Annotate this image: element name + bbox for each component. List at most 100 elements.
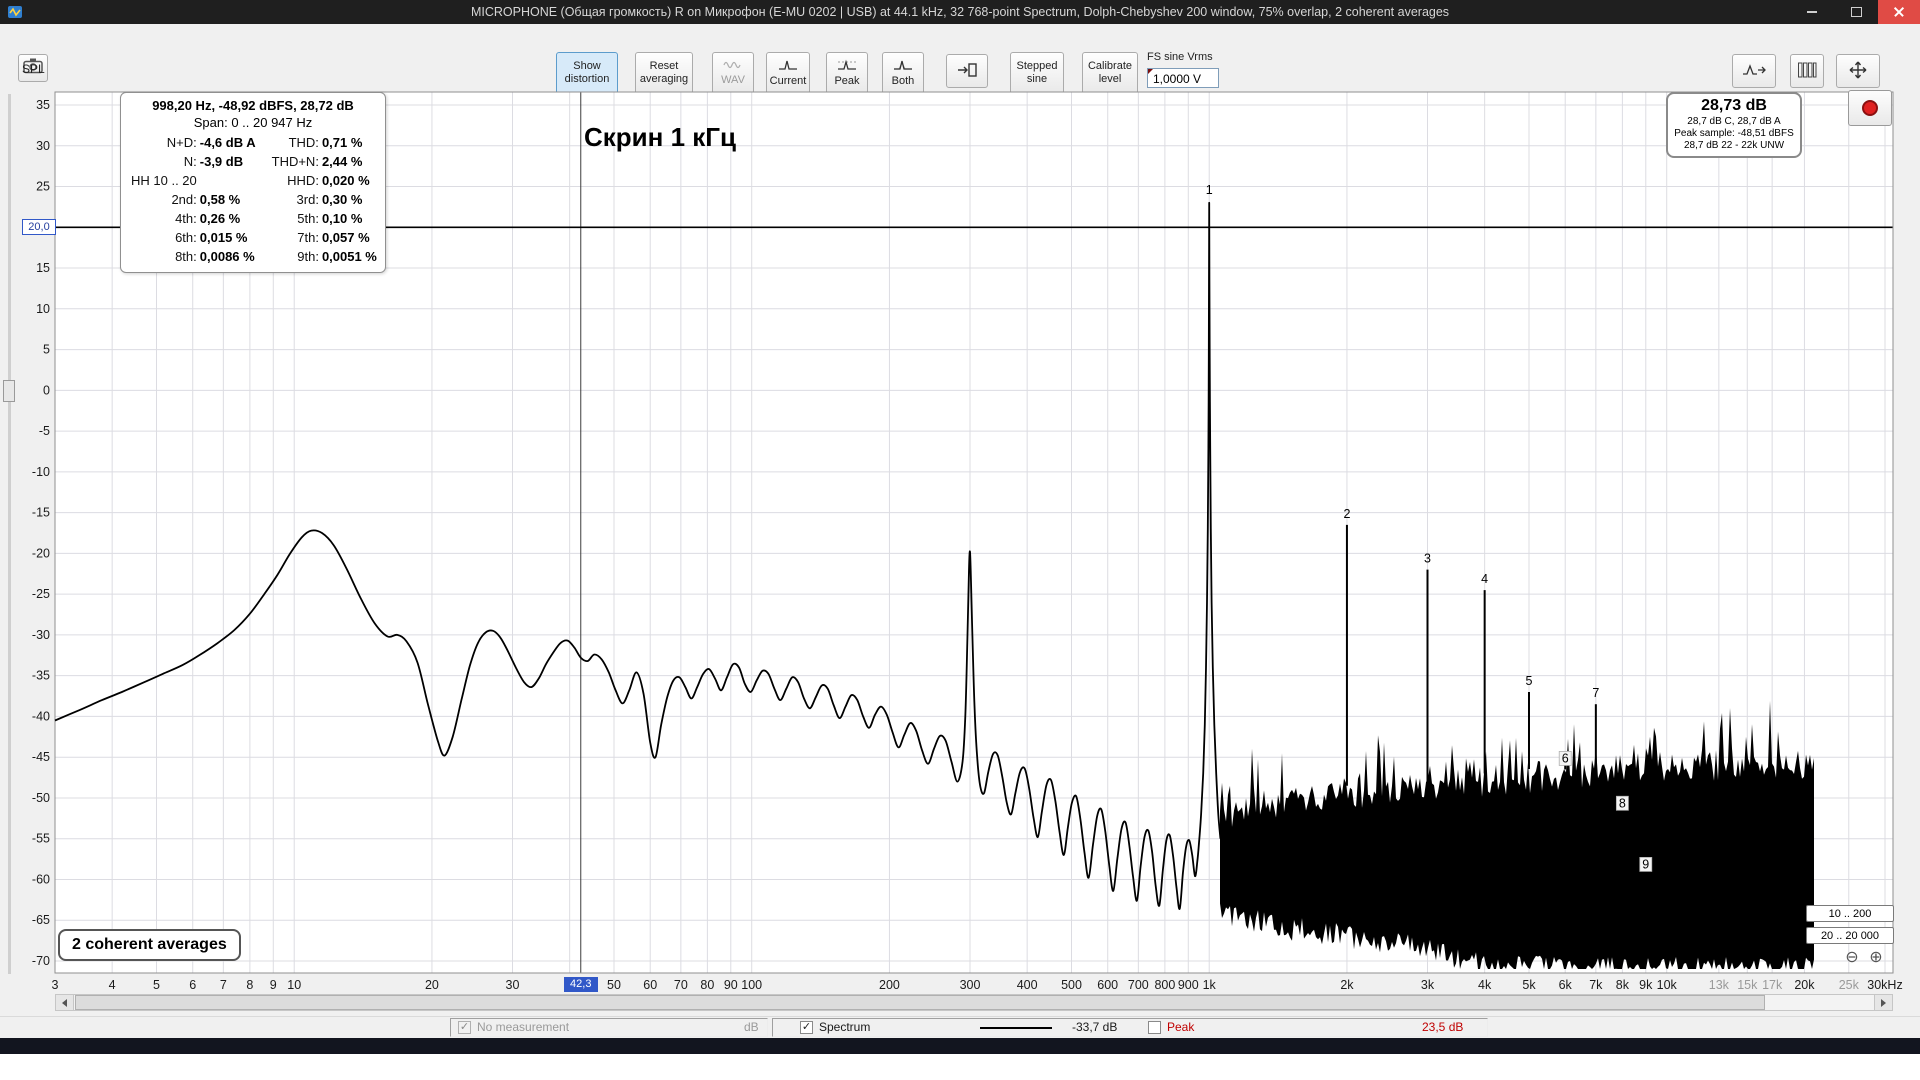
x-tick-label: 300: [960, 978, 981, 992]
peak-label: Peak: [1167, 1020, 1195, 1034]
info-label: 7th:: [297, 230, 319, 245]
x-tick-label: 25k: [1839, 978, 1860, 992]
measurement-info-box: 998,20 Hz, -48,92 dBFS, 28,72 dB Span: 0…: [120, 92, 386, 273]
record-button[interactable]: [1848, 90, 1892, 126]
x-tick-label: 10: [287, 978, 301, 992]
axis-mode-select[interactable]: SPL: [55, 134, 117, 153]
x-tick-label: 700: [1128, 978, 1149, 992]
info-value: 0,0086 %: [199, 249, 255, 264]
peak-checkbox[interactable]: [1148, 1021, 1161, 1034]
info-value: 0,0051 %: [321, 249, 377, 264]
y-tick-label: -55: [32, 832, 50, 846]
peak-button[interactable]: Peak: [826, 52, 868, 94]
marker-level-box[interactable]: 20,0: [22, 219, 56, 236]
level-detail-1: 28,7 dB C, 28,7 dB A: [1687, 116, 1781, 127]
maximize-button[interactable]: [1834, 0, 1878, 24]
no-measurement-label: No measurement: [477, 1020, 570, 1034]
right-arrow-icon: [1881, 998, 1886, 1007]
zoom-out-x-button[interactable]: ⊖: [1842, 948, 1862, 968]
dropdown-arrow: [99, 135, 116, 152]
wav-button[interactable]: WAV: [712, 52, 754, 94]
y-tick-label: -70: [32, 954, 50, 968]
info-row: N+D: -4,6 dB A THD: 0,71 %: [125, 133, 387, 152]
y-tick-label: 35: [36, 98, 50, 112]
scroll-right-button[interactable]: [1874, 995, 1892, 1010]
cursor-readout: 998,20 Hz, -48,92 dBFS, 28,72 dB: [152, 98, 354, 113]
status-bar: ✓ No measurement dB ✓ Spectrum -33,7 dB …: [0, 1016, 1920, 1039]
peak-curve-icon: [837, 59, 857, 75]
x-tick-label: 6: [189, 978, 196, 992]
x-tick-label: 200: [879, 978, 900, 992]
y-tick-label: 0: [43, 383, 50, 397]
harmonic-label: 5: [1526, 674, 1533, 688]
x-tick-label: 50: [607, 978, 621, 992]
info-value: 0,71 %: [321, 135, 363, 150]
spectrum-checkbox[interactable]: ✓: [800, 1021, 813, 1034]
x-tick-label: 2k: [1340, 978, 1354, 992]
y-tick-label: -65: [32, 913, 50, 927]
both-curves-icon: [893, 59, 913, 75]
x-tick-label: 100: [741, 978, 762, 992]
pan-zoom-button[interactable]: [1836, 54, 1880, 88]
info-value: 0,057 %: [321, 230, 370, 245]
wav-label: WAV: [721, 73, 745, 86]
y-tick-label: -5: [39, 424, 50, 438]
y-offset-slider-track[interactable]: [8, 94, 11, 974]
info-row: 2nd: 0,58 % 3rd: 0,30 %: [125, 190, 387, 209]
harmonic-label: 9: [1642, 857, 1649, 871]
info-row: HH 10 .. 20 HHD: 0,020 %: [125, 171, 387, 190]
x-tick-label: 10k: [1657, 978, 1678, 992]
x-tick-label: 5: [153, 978, 160, 992]
bottom-margin: [0, 1054, 1920, 1080]
y-tick-label: 10: [36, 302, 50, 316]
stepped-sine-button[interactable]: Stepped sine: [1010, 52, 1064, 94]
y-tick-label: -35: [32, 669, 50, 683]
info-value: 0,30 %: [321, 192, 363, 207]
calibrate-level-button[interactable]: Calibrate level: [1082, 52, 1138, 94]
span-readout: Span: 0 .. 20 947 Hz: [193, 115, 313, 130]
y-tick-label: 15: [36, 261, 50, 275]
bottom-bar: [0, 1038, 1920, 1054]
grid-columns-button[interactable]: [1790, 54, 1824, 88]
fs-sine-input[interactable]: 1,0000 V: [1147, 68, 1219, 88]
both-button[interactable]: Both: [882, 52, 924, 94]
zoom-in-x-button[interactable]: ⊕: [1866, 948, 1886, 968]
cursor-readout-button[interactable]: [1732, 54, 1776, 88]
info-value: -4,6 dB A: [199, 135, 256, 150]
current-button[interactable]: Current: [766, 52, 810, 94]
harmonic-label: 2: [1343, 507, 1350, 521]
info-label: 2nd:: [171, 192, 197, 207]
input-marker: [1148, 69, 1153, 74]
x-tick-label: 4: [109, 978, 116, 992]
minimize-button[interactable]: [1790, 0, 1834, 24]
harmonic-label: 3: [1424, 552, 1431, 566]
horizontal-scrollbar[interactable]: [55, 994, 1893, 1011]
spectrum-label: Spectrum: [819, 1020, 871, 1034]
range-10-200-button[interactable]: 10 .. 200: [1806, 905, 1894, 922]
zoom-out-y-button[interactable]: ⊖: [60, 110, 79, 129]
info-row: 6th: 0,015 % 7th: 0,057 %: [125, 228, 387, 247]
range-20-20000-button[interactable]: 20 .. 20 000: [1806, 927, 1894, 944]
harmonic-label-box: [1558, 751, 1572, 766]
cursor-frequency-tag[interactable]: 42,3: [563, 977, 598, 992]
info-label: 8th:: [175, 249, 197, 264]
x-tick-label: 400: [1017, 978, 1038, 992]
y-offset-slider-thumb[interactable]: [3, 380, 15, 402]
cursor-readout-icon: [1741, 61, 1767, 82]
x-tick-label: 9: [270, 978, 277, 992]
scroll-left-button[interactable]: [56, 995, 74, 1010]
show-distortion-button[interactable]: Show distortion: [556, 52, 618, 94]
check-icon: ✓: [801, 1021, 812, 1033]
info-value: 0,26 %: [199, 211, 241, 226]
x-tick-label: 3: [52, 978, 59, 992]
transfer-button[interactable]: [946, 54, 988, 88]
x-tick-label: 3k: [1421, 978, 1435, 992]
reset-averaging-button[interactable]: Reset averaging: [635, 52, 693, 94]
x-tick-label: 30kHz: [1867, 978, 1902, 992]
zoom-in-y-button[interactable]: ⊕: [60, 88, 79, 107]
no-measurement-checkbox[interactable]: ✓: [458, 1021, 471, 1034]
close-button[interactable]: [1878, 0, 1920, 24]
fs-sine-label: FS sine Vrms: [1147, 51, 1213, 63]
scrollbar-thumb[interactable]: [75, 995, 1765, 1010]
grid-columns-icon: [1797, 61, 1817, 82]
